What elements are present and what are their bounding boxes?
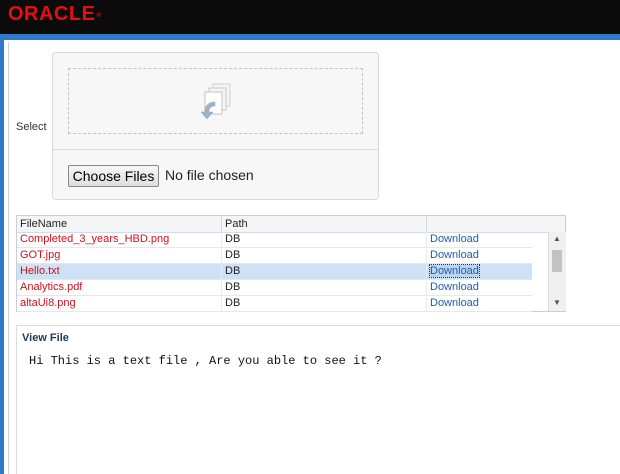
- left-accent-strip: [0, 40, 4, 474]
- path-cell: DB: [222, 248, 427, 263]
- documents-upload-icon: [200, 83, 231, 120]
- brand-name: ORACLE: [8, 3, 96, 25]
- filename-cell: Analytics.pdf: [17, 280, 222, 295]
- column-header-path[interactable]: Path: [222, 216, 427, 232]
- path-cell: DB: [222, 296, 427, 311]
- top-bar: ORACLE®: [0, 0, 620, 34]
- download-link[interactable]: Download: [430, 249, 479, 261]
- download-link[interactable]: Download: [429, 264, 480, 278]
- table-body: Completed_3_years_HBD.png DB Download GO…: [17, 232, 532, 312]
- download-link[interactable]: Download: [430, 233, 479, 245]
- path-cell: DB: [222, 264, 427, 279]
- path-cell: DB: [222, 280, 427, 295]
- table-row[interactable]: Analytics.pdf DB Download: [17, 280, 532, 296]
- download-link[interactable]: Download: [430, 297, 479, 309]
- table-row[interactable]: GOT.jpg DB Download: [17, 248, 532, 264]
- accent-bar: [0, 34, 620, 40]
- download-link[interactable]: Download: [430, 281, 479, 293]
- triangle-up-icon[interactable]: ▲: [553, 235, 561, 243]
- drop-zone[interactable]: [68, 68, 363, 134]
- filename-cell: Hello.txt: [17, 264, 222, 279]
- scroll-thumb[interactable]: [552, 250, 562, 272]
- filename-cell: GOT.jpg: [17, 248, 222, 263]
- view-file-panel: View File Hi This is a text file , Are y…: [16, 325, 620, 474]
- file-content: Hi This is a text file , Are you able to…: [29, 354, 382, 368]
- path-cell: DB: [222, 232, 427, 247]
- file-upload-panel: Choose Files No file chosen: [52, 52, 379, 200]
- no-file-chosen-text: No file chosen: [165, 167, 254, 183]
- files-table: FileName Path Completed_3_years_HBD.png …: [16, 215, 566, 312]
- table-header: FileName Path: [17, 216, 532, 233]
- choose-files-button[interactable]: Choose Files: [68, 165, 159, 187]
- oracle-logo: ORACLE®: [8, 3, 101, 25]
- registered-mark: ®: [96, 13, 102, 19]
- header-corner: [532, 216, 565, 233]
- filename-cell: altaUi8.png: [17, 296, 222, 311]
- select-label: Select: [16, 121, 47, 133]
- column-header-action: [427, 216, 532, 232]
- column-header-filename[interactable]: FileName: [17, 216, 222, 232]
- view-file-title: View File: [22, 332, 69, 344]
- table-row[interactable]: altaUi8.png DB Download: [17, 296, 532, 312]
- triangle-down-icon[interactable]: ▼: [553, 299, 561, 307]
- panel-divider: [53, 149, 378, 150]
- table-scrollbar[interactable]: ▲ ▼: [548, 232, 566, 311]
- table-row[interactable]: Completed_3_years_HBD.png DB Download: [17, 232, 532, 248]
- filename-cell: Completed_3_years_HBD.png: [17, 232, 222, 247]
- table-row-selected[interactable]: Hello.txt DB Download: [17, 264, 532, 280]
